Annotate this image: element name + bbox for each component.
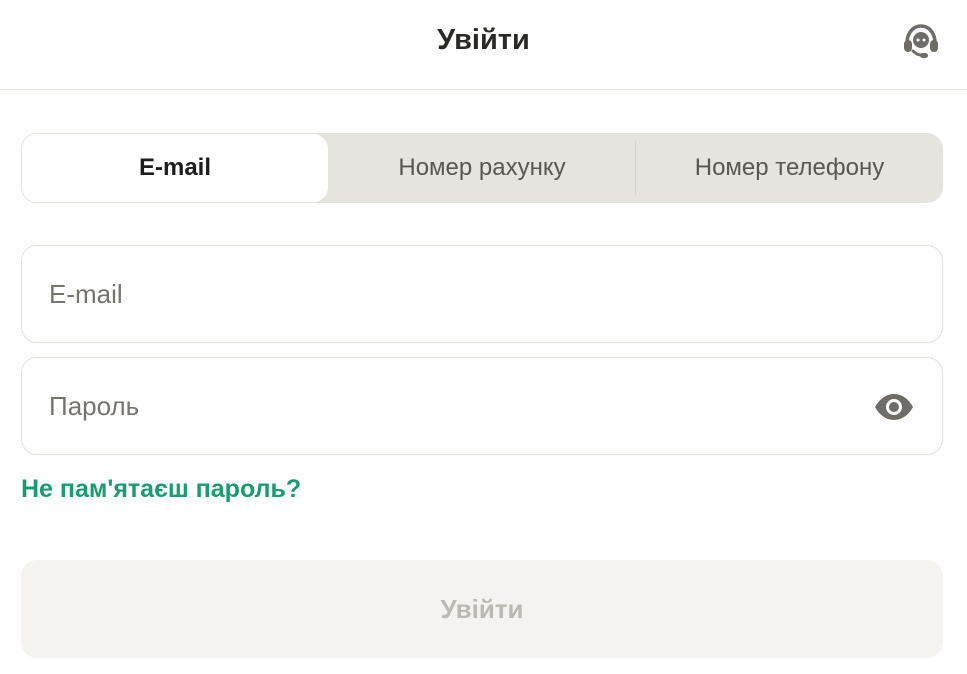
login-method-tabs: E-mail Номер рахунку Номер телефону (21, 133, 943, 203)
headset-icon (904, 24, 938, 58)
page-title: Увійти (437, 24, 530, 56)
password-input[interactable] (49, 358, 869, 454)
login-page: Увійти E-mail Номер рахунку Номер телефо… (0, 0, 967, 674)
forgot-password-link[interactable]: Не пам'ятаєш пароль? (21, 472, 301, 506)
email-field (21, 245, 943, 343)
tab-email[interactable]: E-mail (21, 133, 329, 203)
tab-phone-number[interactable]: Номер телефону (636, 133, 943, 203)
tab-account-number[interactable]: Номер рахунку (329, 133, 635, 203)
login-submit-button[interactable]: Увійти (21, 560, 943, 658)
support-button[interactable] (900, 20, 942, 62)
email-input[interactable] (49, 246, 869, 342)
password-field (21, 357, 943, 455)
eye-icon (875, 394, 913, 420)
header: Увійти (0, 0, 967, 90)
show-password-button[interactable] (874, 387, 914, 427)
